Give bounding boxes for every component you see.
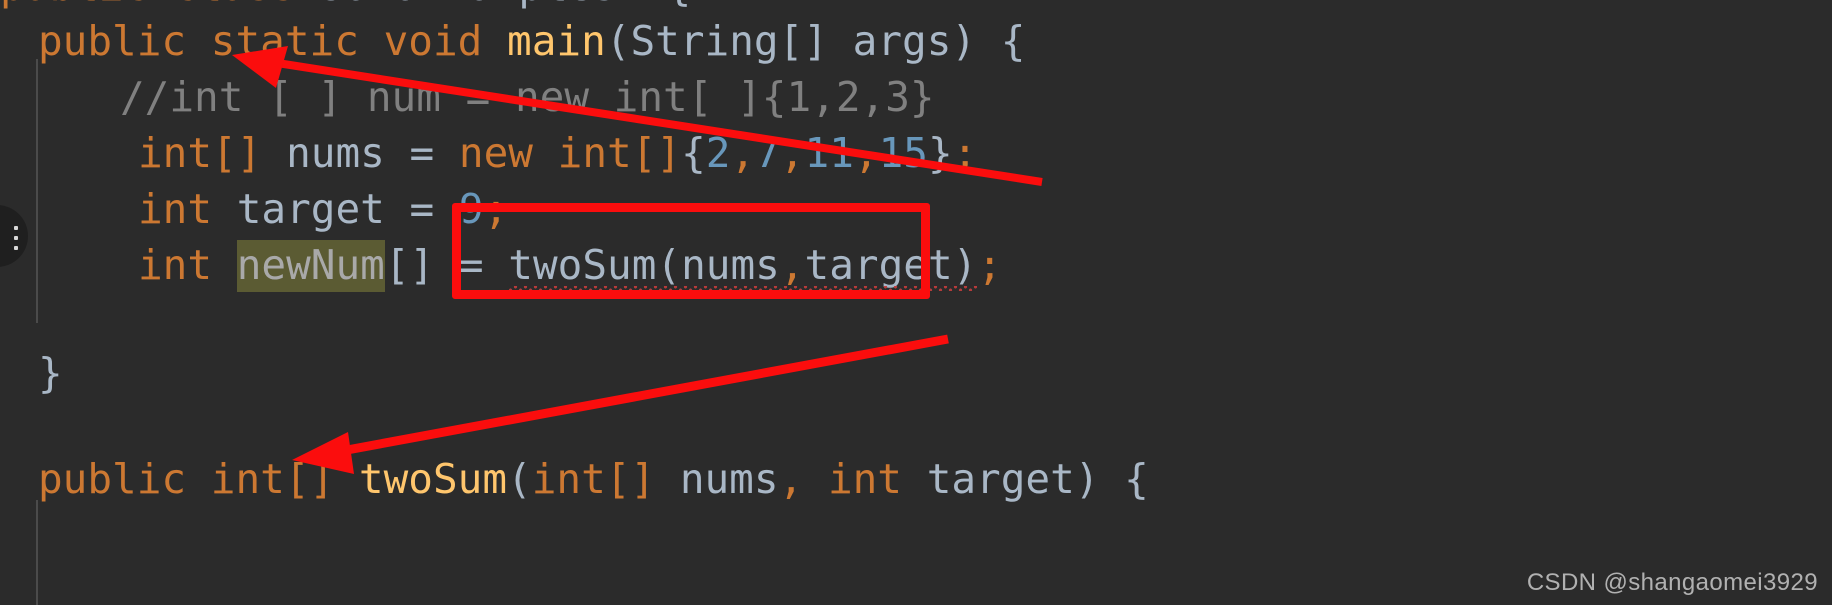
- handle-dot-3: [14, 246, 18, 250]
- variable-target: target: [236, 185, 385, 233]
- code-editor-viewport: public class JavaExamples7 { public stat…: [0, 0, 1832, 605]
- handle-dot-1: [14, 226, 18, 230]
- csdn-watermark: CSDN @shangaomei3929: [1526, 569, 1818, 596]
- array-comma-2: ,: [853, 129, 879, 177]
- paren-close-main: ): [951, 17, 977, 65]
- space-0b: [296, 0, 321, 10]
- variable-newnum-unused-highlight: newNum: [236, 240, 385, 292]
- clipped-keyword: int: [120, 601, 194, 605]
- keyword-public: public: [0, 0, 148, 10]
- type-int-newnum: int: [138, 241, 213, 289]
- clipped-new: new: [490, 601, 564, 605]
- param-comma: ,: [778, 455, 804, 503]
- annotation-red-box-twosum-call: [452, 203, 930, 299]
- brace-open-main: {: [1000, 17, 1026, 65]
- operator-assign-target: =: [409, 185, 435, 233]
- array-value-1: 7: [755, 129, 780, 177]
- semicolon-nums: ;: [952, 129, 978, 177]
- brace-close-array: }: [927, 129, 953, 177]
- array-comma-0: ,: [730, 129, 756, 177]
- param-name-args: args: [852, 17, 952, 65]
- keyword-void: void: [383, 17, 483, 65]
- code-line-main-closing-brace[interactable]: }: [38, 345, 63, 401]
- space-0c: [642, 0, 667, 10]
- keyword-class: class: [173, 0, 296, 10]
- param-type-int-array-nums: int[]: [531, 455, 656, 503]
- array-value-3: 15: [878, 129, 928, 177]
- code-line-commented-array[interactable]: //int [ ] num = new int[ ]{1,2,3}: [120, 69, 935, 125]
- brackets-newnum: []: [384, 241, 435, 289]
- code-line-twosum-declaration[interactable]: public int[] twoSum(int[] nums, int targ…: [38, 451, 1149, 507]
- space-0: [148, 0, 173, 10]
- indent-guide-main-body: [36, 59, 38, 323]
- array-value-0: 2: [705, 129, 731, 177]
- code-text-layer: public class JavaExamples7 { public stat…: [0, 0, 1832, 605]
- operator-assign-nums: =: [409, 129, 435, 177]
- param-type-string-array: String[]: [630, 17, 828, 65]
- paren-close-call: ): [952, 241, 978, 289]
- keyword-static: static: [210, 17, 359, 65]
- handle-dot-2: [14, 236, 18, 240]
- brace-open-class: {: [667, 0, 692, 10]
- paren-open-main: (: [605, 17, 631, 65]
- paren-open-twosum: (: [507, 455, 532, 503]
- semicolon-call: ;: [977, 241, 1003, 289]
- method-name-twosum: twoSum: [358, 455, 508, 503]
- indent-guide-twosum-body: [36, 500, 38, 605]
- keyword-new: new: [458, 129, 533, 177]
- array-value-2: 11: [804, 129, 854, 177]
- paren-close-twosum: ): [1074, 455, 1100, 503]
- param-name-target: target: [926, 455, 1075, 503]
- brace-open-twosum: {: [1124, 455, 1149, 503]
- return-type-int-array: int[]: [210, 455, 335, 503]
- code-line-clipped-bottom[interactable]: int[] result = new int[]{};: [120, 597, 787, 605]
- array-comma-1: ,: [779, 129, 805, 177]
- type-int-target: int: [138, 185, 213, 233]
- code-line-nums-declaration[interactable]: int[] nums = new int[]{2,7,11,15};: [138, 125, 977, 181]
- param-name-nums: nums: [679, 455, 779, 503]
- param-type-int-target: int: [827, 455, 902, 503]
- method-name-main: main: [507, 17, 606, 65]
- keyword-public-main: public: [38, 17, 187, 65]
- class-name-javaexamples7: JavaExamples7: [321, 0, 642, 10]
- variable-nums: nums: [286, 129, 385, 177]
- keyword-public-twosum: public: [38, 455, 187, 503]
- clipped-rest: [] result =: [194, 601, 490, 605]
- code-line-main-signature[interactable]: public static void main(String[] args) {: [38, 13, 1025, 69]
- type-int-array-nums: int[]: [138, 129, 262, 177]
- clipped-tail: int[]{};: [564, 601, 787, 605]
- code-line-class-declaration[interactable]: public class JavaExamples7 {: [0, 0, 691, 14]
- type-int-array-literal: int[]: [557, 129, 682, 177]
- brace-open-array: {: [681, 129, 706, 177]
